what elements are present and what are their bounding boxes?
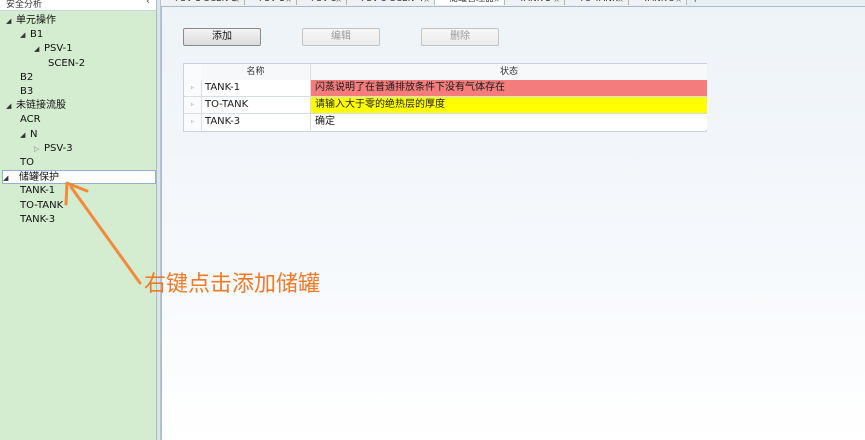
annotation-arrow: [64, 181, 142, 285]
annotation-text: 右键点击添加储罐: [144, 272, 321, 297]
